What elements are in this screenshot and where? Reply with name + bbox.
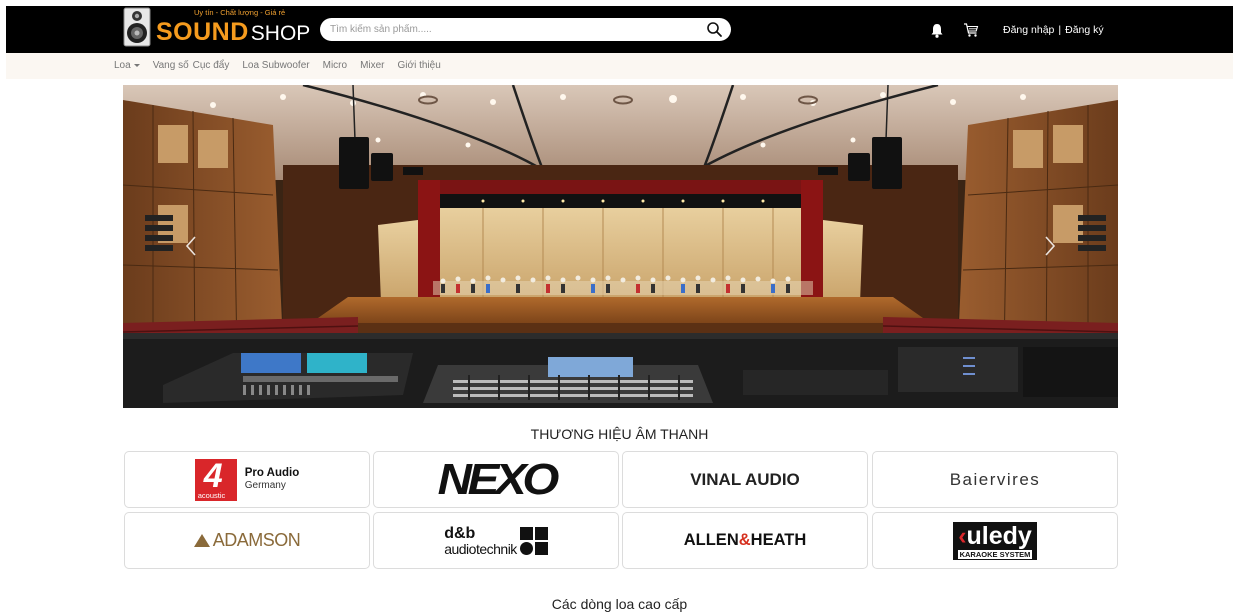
nav-item-mixer[interactable]: Mixer (360, 60, 384, 71)
db-grid-icon (519, 526, 548, 555)
4acoustic-badge: 4 acoustic (194, 457, 237, 501)
auth-separator: | (1058, 24, 1062, 36)
speaker-logo-icon (123, 7, 151, 47)
nav-item-loa-subwoofer[interactable]: Loa Subwoofer (242, 60, 309, 71)
hero-banner-image (123, 85, 1118, 408)
chevron-left-icon[interactable] (179, 233, 205, 259)
login-link[interactable]: Đăng nhập (1003, 24, 1054, 36)
brand-kuledy[interactable]: ‹uledy KARAOKE SYSTEM (872, 512, 1118, 569)
brand-db-line2: audiotechnik (444, 540, 517, 557)
logo-tagline: Uy tín - Chất lượng - Giá rẻ (194, 8, 286, 17)
register-link[interactable]: Đăng ký (1065, 24, 1104, 36)
search-box (320, 18, 731, 41)
brand-vinal-audio[interactable]: VINAL AUDIO (622, 451, 868, 508)
bell-icon[interactable] (930, 23, 944, 38)
brand-db-audiotechnik[interactable]: d&b audiotechnik (373, 512, 619, 569)
brand-baiervires-logo: Baiervires (949, 469, 1041, 489)
brand-db-line1: d&b (444, 524, 476, 542)
nav-item-cuc-day[interactable]: Cục đẩy (193, 60, 230, 71)
nav-item-micro[interactable]: Micro (323, 60, 347, 71)
top-header: Uy tín - Chất lượng - Giá rẻ SOUNDSHOP Đ… (6, 6, 1233, 53)
brand-nexo-logo: NEXO (437, 454, 559, 504)
brand-4acoustic[interactable]: 4 acoustic Pro Audio Germany (124, 451, 370, 508)
category-nav: Loa Vang số Cục đẩy Loa Subwoofer Micro … (6, 53, 1233, 79)
site-logo[interactable]: Uy tín - Chất lượng - Giá rẻ SOUNDSHOP (119, 6, 319, 53)
brand-4acoustic-logo: 4 acoustic Pro Audio Germany (194, 457, 300, 501)
logo-wordmark: SOUNDSHOP (156, 18, 311, 46)
brand-allen-heath-logo: ALLEN&HEATH (683, 531, 807, 549)
cart-icon[interactable] (963, 22, 979, 38)
caret-down-icon (133, 63, 140, 67)
brand-allen-heath[interactable]: ALLEN&HEATH (622, 512, 868, 569)
adamson-triangle-icon (193, 534, 210, 547)
nav-item-loa[interactable]: Loa (114, 60, 140, 71)
brand-4acoustic-line2: Germany (244, 480, 286, 492)
chevron-right-icon[interactable] (1036, 233, 1062, 259)
brand-adamson-logo: ADAMSON (193, 530, 301, 551)
brand-kuledy-logo: ‹uledy KARAOKE SYSTEM (952, 521, 1038, 560)
brand-nexo[interactable]: NEXO (373, 451, 619, 508)
brands-heading: THƯƠNG HIỆU ÂM THANH (530, 426, 709, 442)
brand-4acoustic-line1: Pro Audio (244, 467, 300, 480)
auth-links: Đăng nhập | Đăng ký (1003, 24, 1104, 36)
brand-baiervires[interactable]: Baiervires (872, 451, 1118, 508)
nav-item-gioi-thieu[interactable]: Giới thiệu (398, 60, 441, 71)
search-input[interactable] (330, 21, 690, 38)
premium-speakers-heading: Các dòng loa cao cấp (551, 596, 688, 612)
brand-vinal-audio-logo: VINAL AUDIO (690, 469, 800, 489)
brand-db-logo: d&b audiotechnik (444, 524, 548, 557)
nav-item-vang-so[interactable]: Vang số (153, 60, 189, 71)
search-icon[interactable] (706, 21, 723, 38)
hero-carousel (123, 85, 1118, 408)
brand-adamson[interactable]: ADAMSON (124, 512, 370, 569)
